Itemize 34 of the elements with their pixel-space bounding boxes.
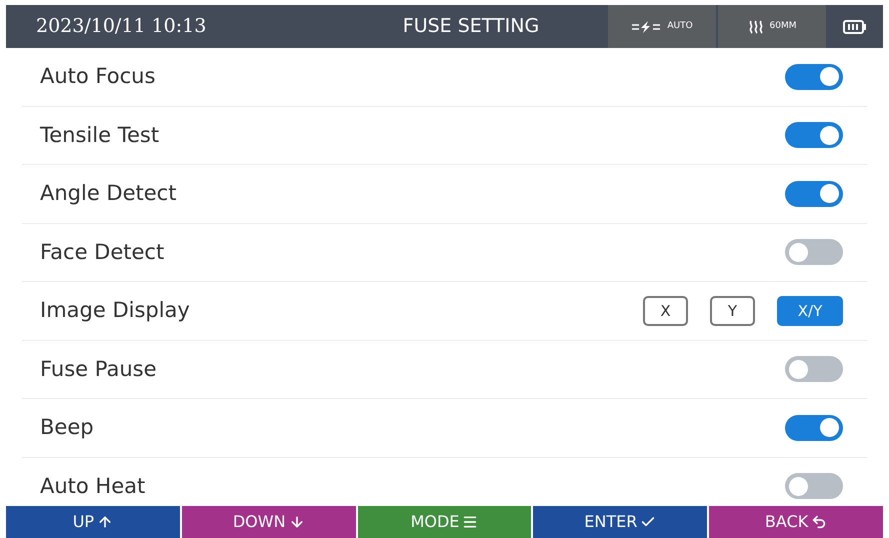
battery-icon <box>842 20 866 34</box>
footer-button[interactable]: DOWN <box>182 506 356 538</box>
toggle-switch[interactable] <box>785 239 843 266</box>
footer-button[interactable]: UP <box>6 506 180 538</box>
toggle-switch[interactable] <box>785 414 843 441</box>
toggle-switch[interactable] <box>785 64 843 90</box>
display-option[interactable]: X <box>643 296 688 326</box>
setting-label: Tensile Test <box>40 122 160 148</box>
status-label: AUTO <box>667 20 693 33</box>
setting-label: Angle Detect <box>40 180 176 207</box>
toggle-switch[interactable] <box>785 356 843 382</box>
mode-icon <box>462 514 478 530</box>
screen-title: FUSE SETTING <box>402 14 540 40</box>
footer-button[interactable]: ENTER <box>533 506 708 538</box>
date-time: 2023/10/11 10:13 <box>35 14 208 40</box>
setting-label: Beep <box>40 414 94 441</box>
heat-icon <box>748 20 764 34</box>
display-option[interactable]: Y <box>710 296 755 326</box>
setting-label: Image Display <box>40 297 190 324</box>
footer-button[interactable]: BACK <box>709 506 883 538</box>
up-icon <box>97 514 114 530</box>
setting-label: Fuse Pause <box>40 356 157 382</box>
back-icon <box>811 514 828 530</box>
toggle-switch[interactable] <box>785 122 843 148</box>
status-label: 60MM <box>770 20 796 33</box>
setting-label: Face Detect <box>40 238 164 266</box>
down-icon <box>288 514 305 530</box>
arc-icon <box>631 20 662 32</box>
setting-label: Auto Focus <box>40 63 156 90</box>
toggle-switch[interactable] <box>785 473 843 500</box>
footer-button[interactable]: MODE <box>358 506 532 538</box>
toggle-switch[interactable] <box>785 180 843 207</box>
setting-label: Auto Heat <box>40 472 146 500</box>
display-option[interactable]: X/Y <box>777 296 843 326</box>
